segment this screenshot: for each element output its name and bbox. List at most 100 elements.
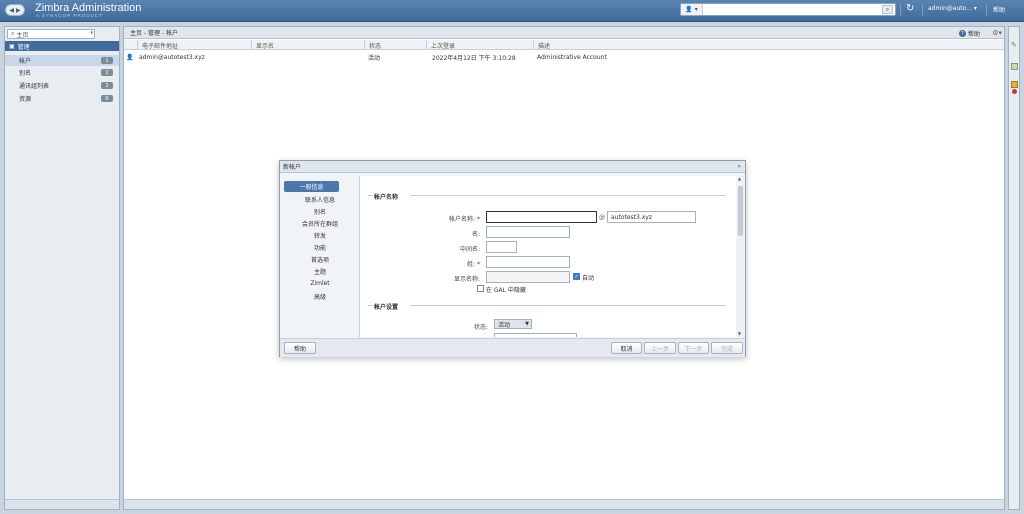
search-type-dropdown[interactable]: 👤 ▾	[681, 4, 703, 15]
next-field-input[interactable]	[494, 333, 577, 337]
prev-button[interactable]: 上一步	[644, 342, 676, 354]
step-themes[interactable]: 主题	[282, 266, 358, 277]
search-button[interactable]: ⌕	[882, 5, 893, 14]
help-icon: ?	[958, 30, 966, 37]
alert-icon[interactable]	[1011, 81, 1018, 88]
pane-footer	[5, 499, 119, 509]
user-name[interactable]: admin@auto...	[928, 5, 972, 12]
notes-icon[interactable]	[1011, 63, 1018, 70]
error-icon[interactable]	[1012, 89, 1017, 94]
domain-input[interactable]: autotest3.xyz	[607, 211, 696, 223]
count-badge: 2	[101, 69, 113, 76]
hide-in-gal-checkbox[interactable]	[477, 285, 484, 292]
breadcrumb: 主页 - 管理 - 帐户 ? 帮助 ⚙▾	[124, 27, 1004, 39]
status-select[interactable]: 活动 ▼	[494, 319, 532, 329]
cell-status: 活动	[368, 54, 381, 62]
count-badge: 2	[101, 82, 113, 89]
step-contact-info[interactable]: 联系人信息	[282, 194, 358, 205]
scroll-down-icon[interactable]: ▼	[738, 331, 741, 336]
sidebar-item-label: 通讯组列表	[19, 83, 50, 90]
pencil-icon[interactable]: ✎	[1011, 41, 1018, 49]
cell-last-login: 2022年4月12日 下午 3:10:28	[432, 54, 516, 62]
table-row[interactable]: 👤 admin@autotest3.xyz 活动 2022年4月12日 下午 3…	[124, 52, 1004, 62]
dialog-scrollbar[interactable]: ▲ ▼	[737, 176, 744, 337]
navigation-tree: ⌕ 主页 ▾ ▣ 管理 帐户 1 别名 2 通讯组列表 2 资源 0	[4, 26, 120, 510]
view-select-value: 主页	[16, 31, 29, 39]
help-button[interactable]: ? 帮助	[958, 29, 980, 38]
divider	[410, 195, 726, 196]
auto-display-name-checkbox[interactable]: ✓	[573, 273, 580, 280]
step-aliases[interactable]: 别名	[282, 206, 358, 217]
step-preferences[interactable]: 首选项	[282, 254, 358, 265]
gear-icon[interactable]: ⚙▾	[992, 29, 1002, 37]
column-header-email[interactable]: 电子邮件地址	[137, 40, 251, 50]
account-name-input[interactable]	[486, 211, 597, 223]
first-name-input[interactable]	[486, 226, 570, 238]
new-account-dialog: 新帐户 » 一般信息 联系人信息 别名 会员所在群组 转发 功能 首选项 主题 …	[279, 160, 746, 357]
view-select[interactable]: ⌕ 主页 ▾	[7, 29, 95, 39]
column-header-status[interactable]: 状态	[364, 40, 426, 50]
section-account-settings: 帐户设置	[374, 303, 399, 311]
first-name-label: 名:	[471, 231, 480, 238]
cell-email: admin@autotest3.xyz	[139, 53, 205, 61]
user-icon: 👤	[685, 6, 693, 13]
last-name-input[interactable]	[486, 256, 570, 268]
required-marker: *	[477, 261, 480, 268]
user-menu[interactable]: admin@auto... ▾	[928, 5, 977, 12]
sidebar-item-label: 别名	[19, 70, 32, 77]
search-input[interactable]: 👤 ▾ ⌕	[680, 3, 896, 16]
step-forwarding[interactable]: 转发	[282, 230, 358, 241]
cancel-button[interactable]: 取消	[611, 342, 642, 354]
divider	[368, 305, 373, 306]
column-header-description[interactable]: 描述	[533, 40, 1004, 50]
scroll-thumb[interactable]	[738, 186, 743, 236]
app-subtitle: A SYNACOR PRODUCT	[36, 13, 103, 18]
dialog-title-bar[interactable]: 新帐户 »	[280, 161, 745, 173]
next-button[interactable]: 下一步	[678, 342, 709, 354]
magnifier-icon: ⌕	[11, 30, 15, 37]
section-account-name: 帐户名称	[374, 193, 399, 201]
table-header: 电子邮件地址 显示名 状态 上次登录 描述	[124, 40, 1004, 50]
column-header-last-login[interactable]: 上次登录	[426, 40, 533, 50]
middle-name-input[interactable]	[486, 241, 517, 253]
step-member-of[interactable]: 会员所在群组	[282, 218, 358, 229]
middle-name-label: 中间名:	[459, 246, 480, 253]
breadcrumb-text: 主页 - 管理 - 帐户	[130, 30, 178, 37]
expand-icon[interactable]: »	[737, 163, 741, 170]
finish-button[interactable]: 完成	[711, 342, 743, 354]
history-nav-button[interactable]: ◀ ▶	[5, 4, 25, 16]
back-arrow-icon[interactable]: ◀	[9, 7, 14, 14]
display-name-label: 显示名称:	[453, 276, 480, 283]
help-button[interactable]: 帮助	[284, 342, 316, 354]
hide-in-gal-label: 在 GAL 中隐藏	[486, 287, 526, 294]
step-features[interactable]: 功能	[282, 242, 358, 253]
tree-root-manage[interactable]: ▣ 管理	[5, 41, 119, 51]
sidebar-item-label: 帐户	[19, 58, 32, 65]
refresh-icon[interactable]: ↻	[906, 3, 914, 14]
dialog-title: 新帐户	[283, 164, 302, 171]
dialog-step-nav: 一般信息 联系人信息 别名 会员所在群组 转发 功能 首选项 主题 Zimlet…	[282, 177, 358, 337]
sidebar-item-accounts[interactable]: 帐户 1	[5, 55, 119, 66]
required-marker: *	[477, 216, 480, 223]
sidebar-item-distribution-lists[interactable]: 通讯组列表 2	[5, 80, 119, 91]
cell-description: Administrative Account	[537, 53, 607, 61]
sidebar-item-aliases[interactable]: 别名 2	[5, 67, 119, 78]
sidebar-item-label: 资源	[19, 96, 32, 103]
count-badge: 1	[101, 57, 113, 64]
column-header-display-name[interactable]: 显示名	[251, 40, 364, 50]
sidebar-item-resources[interactable]: 资源 0	[5, 93, 119, 104]
divider	[922, 4, 923, 16]
forward-arrow-icon[interactable]: ▶	[16, 7, 21, 14]
dialog-footer: 帮助 取消 上一步 下一步 完成	[280, 338, 745, 357]
display-name-input[interactable]	[486, 271, 570, 283]
step-advanced[interactable]: 高级	[282, 291, 358, 302]
step-general-info[interactable]: 一般信息	[284, 181, 339, 192]
label-text: 姓:	[467, 261, 476, 268]
dialog-form: 帐户名称 帐户名称: * @ autotest3.xyz 名: 中间名: 姓: …	[359, 176, 736, 337]
scroll-up-icon[interactable]: ▲	[738, 176, 741, 181]
chevron-down-icon: ▾	[694, 6, 698, 13]
step-zimlets[interactable]: Zimlet	[282, 278, 358, 289]
divider	[368, 195, 373, 196]
help-link[interactable]: 帮助	[993, 5, 1005, 14]
chevron-down-icon: ▾	[973, 5, 977, 12]
